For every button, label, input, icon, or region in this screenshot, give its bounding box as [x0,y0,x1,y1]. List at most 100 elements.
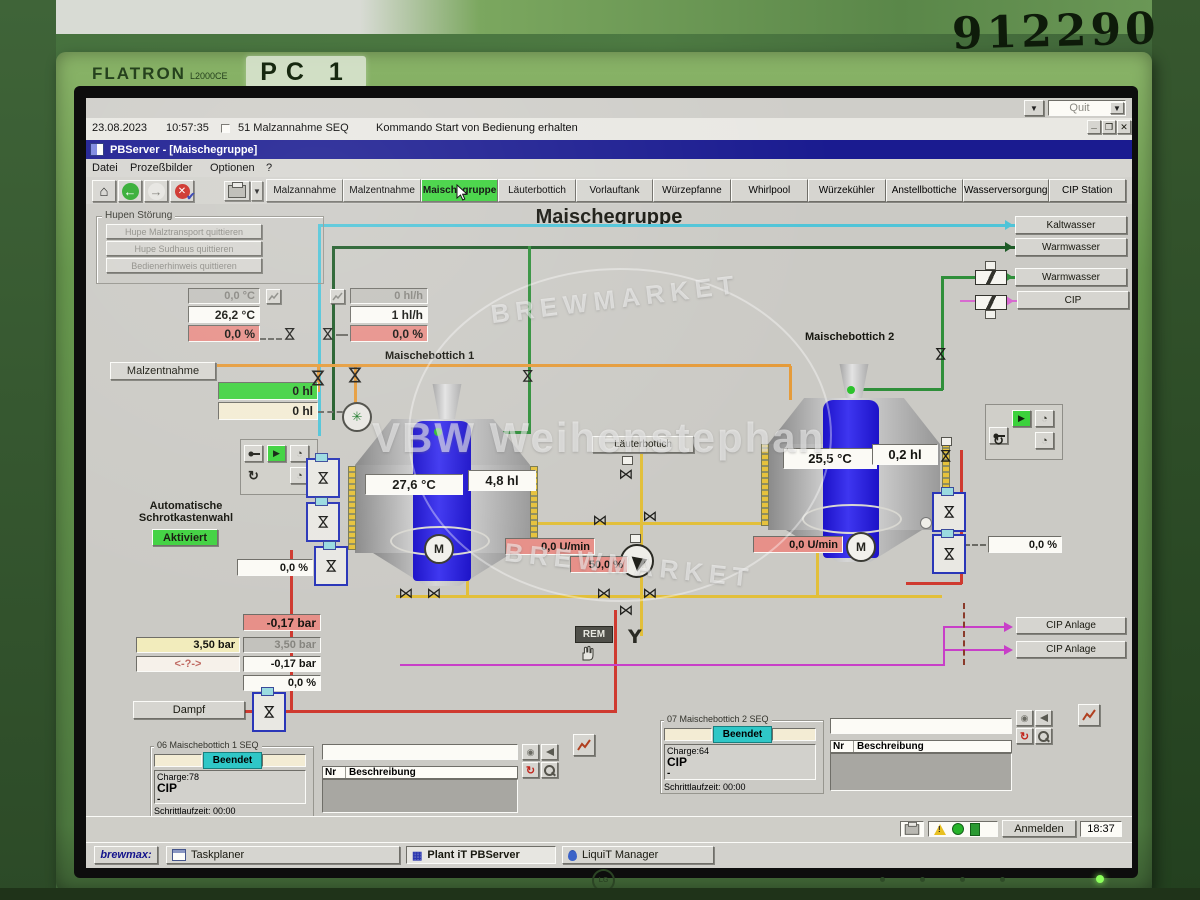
warmwasser-button[interactable]: Warmwasser [1015,238,1127,256]
dampf-button[interactable]: Dampf [133,701,245,719]
menu-prozessbilder[interactable]: Prozeßbilder [130,162,192,174]
refresh-icon[interactable] [1016,728,1033,744]
seq2-table-body[interactable] [830,753,1012,791]
print-button[interactable] [224,181,250,201]
motor-icon[interactable] [424,534,454,564]
warning-icon[interactable] [934,824,946,835]
back-button[interactable] [118,180,142,202]
trend-chart-icon[interactable] [573,734,595,756]
home-icon[interactable] [92,180,116,202]
valve-icon[interactable] [520,368,536,384]
aktiviert-button[interactable]: Aktiviert [152,529,218,546]
magnifier-icon[interactable] [541,762,558,778]
minimize-icon[interactable] [1087,120,1101,134]
tab-wuerzepfanne[interactable]: Würzepfanne [653,179,730,202]
menu-datei[interactable]: Datei [92,162,118,174]
tank2-volume-display[interactable]: 0,2 hl [872,444,938,465]
forward-button[interactable] [144,180,168,202]
tab-wasserversorgung[interactable]: Wasserversorgung [963,179,1049,202]
tab-wuerzekuehler[interactable]: Würzekühler [808,179,885,202]
cycle-icon[interactable] [244,467,263,484]
cycle-icon[interactable] [989,432,1008,449]
malz-setpoint-display[interactable]: 0 hl [218,402,318,420]
tank1-volume-display[interactable]: 4,8 hl [468,470,536,491]
bedienerhinweis-button[interactable]: Bedienerhinweis quittieren [106,258,262,273]
magnifier-icon[interactable] [1035,728,1052,744]
valve-icon[interactable] [282,326,298,342]
horn-icon[interactable] [1035,710,1052,726]
quit-combo[interactable]: Quit [1048,100,1126,116]
valve-icon[interactable] [398,585,414,601]
seq1-table-body[interactable] [322,779,518,813]
valve-icon[interactable] [618,466,634,482]
tab-malzentnahme[interactable]: Malzentnahme [343,179,420,202]
horn-icon[interactable] [541,744,558,760]
motor-icon[interactable] [846,532,876,562]
anmelden-button[interactable]: Anmelden [1002,820,1076,837]
spin-down-button[interactable] [1024,100,1044,116]
taskbar-item-liquit[interactable]: LiquiT Manager [562,846,714,864]
tab-vorlauftank[interactable]: Vorlauftank [576,179,653,202]
eye-icon[interactable] [1016,710,1033,726]
valve-icon[interactable] [320,326,336,342]
start-button[interactable]: brewmax: [94,846,158,864]
flow-actual-display[interactable]: 1 hl/h [350,306,428,323]
malzentnahme-button[interactable]: Malzentnahme [110,362,216,380]
cip-button[interactable]: CIP [1017,291,1129,309]
valve-icon[interactable] [642,508,658,524]
hupe-sudhaus-button[interactable]: Hupe Sudhaus quittieren [106,241,262,256]
menu-optionen[interactable]: Optionen [210,162,255,174]
valve-icon[interactable] [306,502,340,542]
quit-dropdown-icon[interactable] [1110,102,1124,114]
start-icon[interactable] [1012,410,1031,427]
green-status-icon[interactable] [952,823,964,835]
tab-malzannahme[interactable]: Malzannahme [266,179,343,202]
eye-icon[interactable] [522,744,539,760]
timer-icon[interactable] [1035,410,1054,427]
trend-chart-icon[interactable] [1078,704,1100,726]
valve-icon[interactable] [933,346,949,362]
valve-icon[interactable] [347,367,363,383]
taskbar-item-pbserver[interactable]: Plant iT PBServer [406,846,556,864]
tank2-temp-display[interactable]: 25,5 °C [783,448,877,469]
plc-status-icon[interactable] [970,823,980,836]
monitor-button[interactable] [880,877,885,882]
alarm-checkbox[interactable] [221,124,230,133]
valve-icon[interactable] [314,546,348,586]
monitor-button[interactable] [920,877,925,882]
pressure-query-input[interactable]: <-?-> [136,656,240,672]
hand-icon[interactable] [578,644,596,662]
valve-icon[interactable] [592,512,608,528]
cip-anlage-button[interactable]: CIP Anlage [1016,641,1126,658]
valve-icon[interactable] [252,692,286,732]
cip-anlage-button[interactable]: CIP Anlage [1016,617,1126,634]
temp-actual-display[interactable]: 26,2 °C [188,306,260,323]
monitor-button[interactable] [960,877,965,882]
fan-icon[interactable] [342,402,372,432]
warmwasser-button[interactable]: Warmwasser [1015,268,1127,286]
restore-icon[interactable] [1102,120,1116,134]
close-icon[interactable] [1117,120,1131,134]
cancel-button[interactable] [170,180,194,202]
trend-icon[interactable] [266,289,281,304]
tank1-temp-display[interactable]: 27,6 °C [365,474,463,495]
valve-icon[interactable] [932,534,966,574]
valve-icon[interactable] [426,585,442,601]
tab-whirlpool[interactable]: Whirlpool [731,179,808,202]
hupe-malztransport-button[interactable]: Hupe Malztransport quittieren [106,224,262,239]
valve-icon[interactable] [310,370,326,386]
key-icon[interactable] [244,445,263,462]
menu-help[interactable]: ? [266,162,272,174]
trend-icon[interactable] [330,289,345,304]
valve-icon[interactable] [618,602,634,618]
valve-icon[interactable] [596,585,612,601]
print-dropdown-icon[interactable] [251,181,263,201]
lauterbottich-button[interactable]: Läuterbottich [592,436,694,453]
pressure-setpoint-input[interactable]: 3,50 bar [136,637,240,653]
valve-icon[interactable] [642,585,658,601]
statusbar-print-button[interactable] [900,821,924,837]
taskbar-item-taskplaner[interactable]: Taskplaner [166,846,400,864]
valve-icon[interactable] [932,492,966,532]
timer-icon[interactable] [1035,432,1054,449]
valve-icon[interactable] [306,458,340,498]
